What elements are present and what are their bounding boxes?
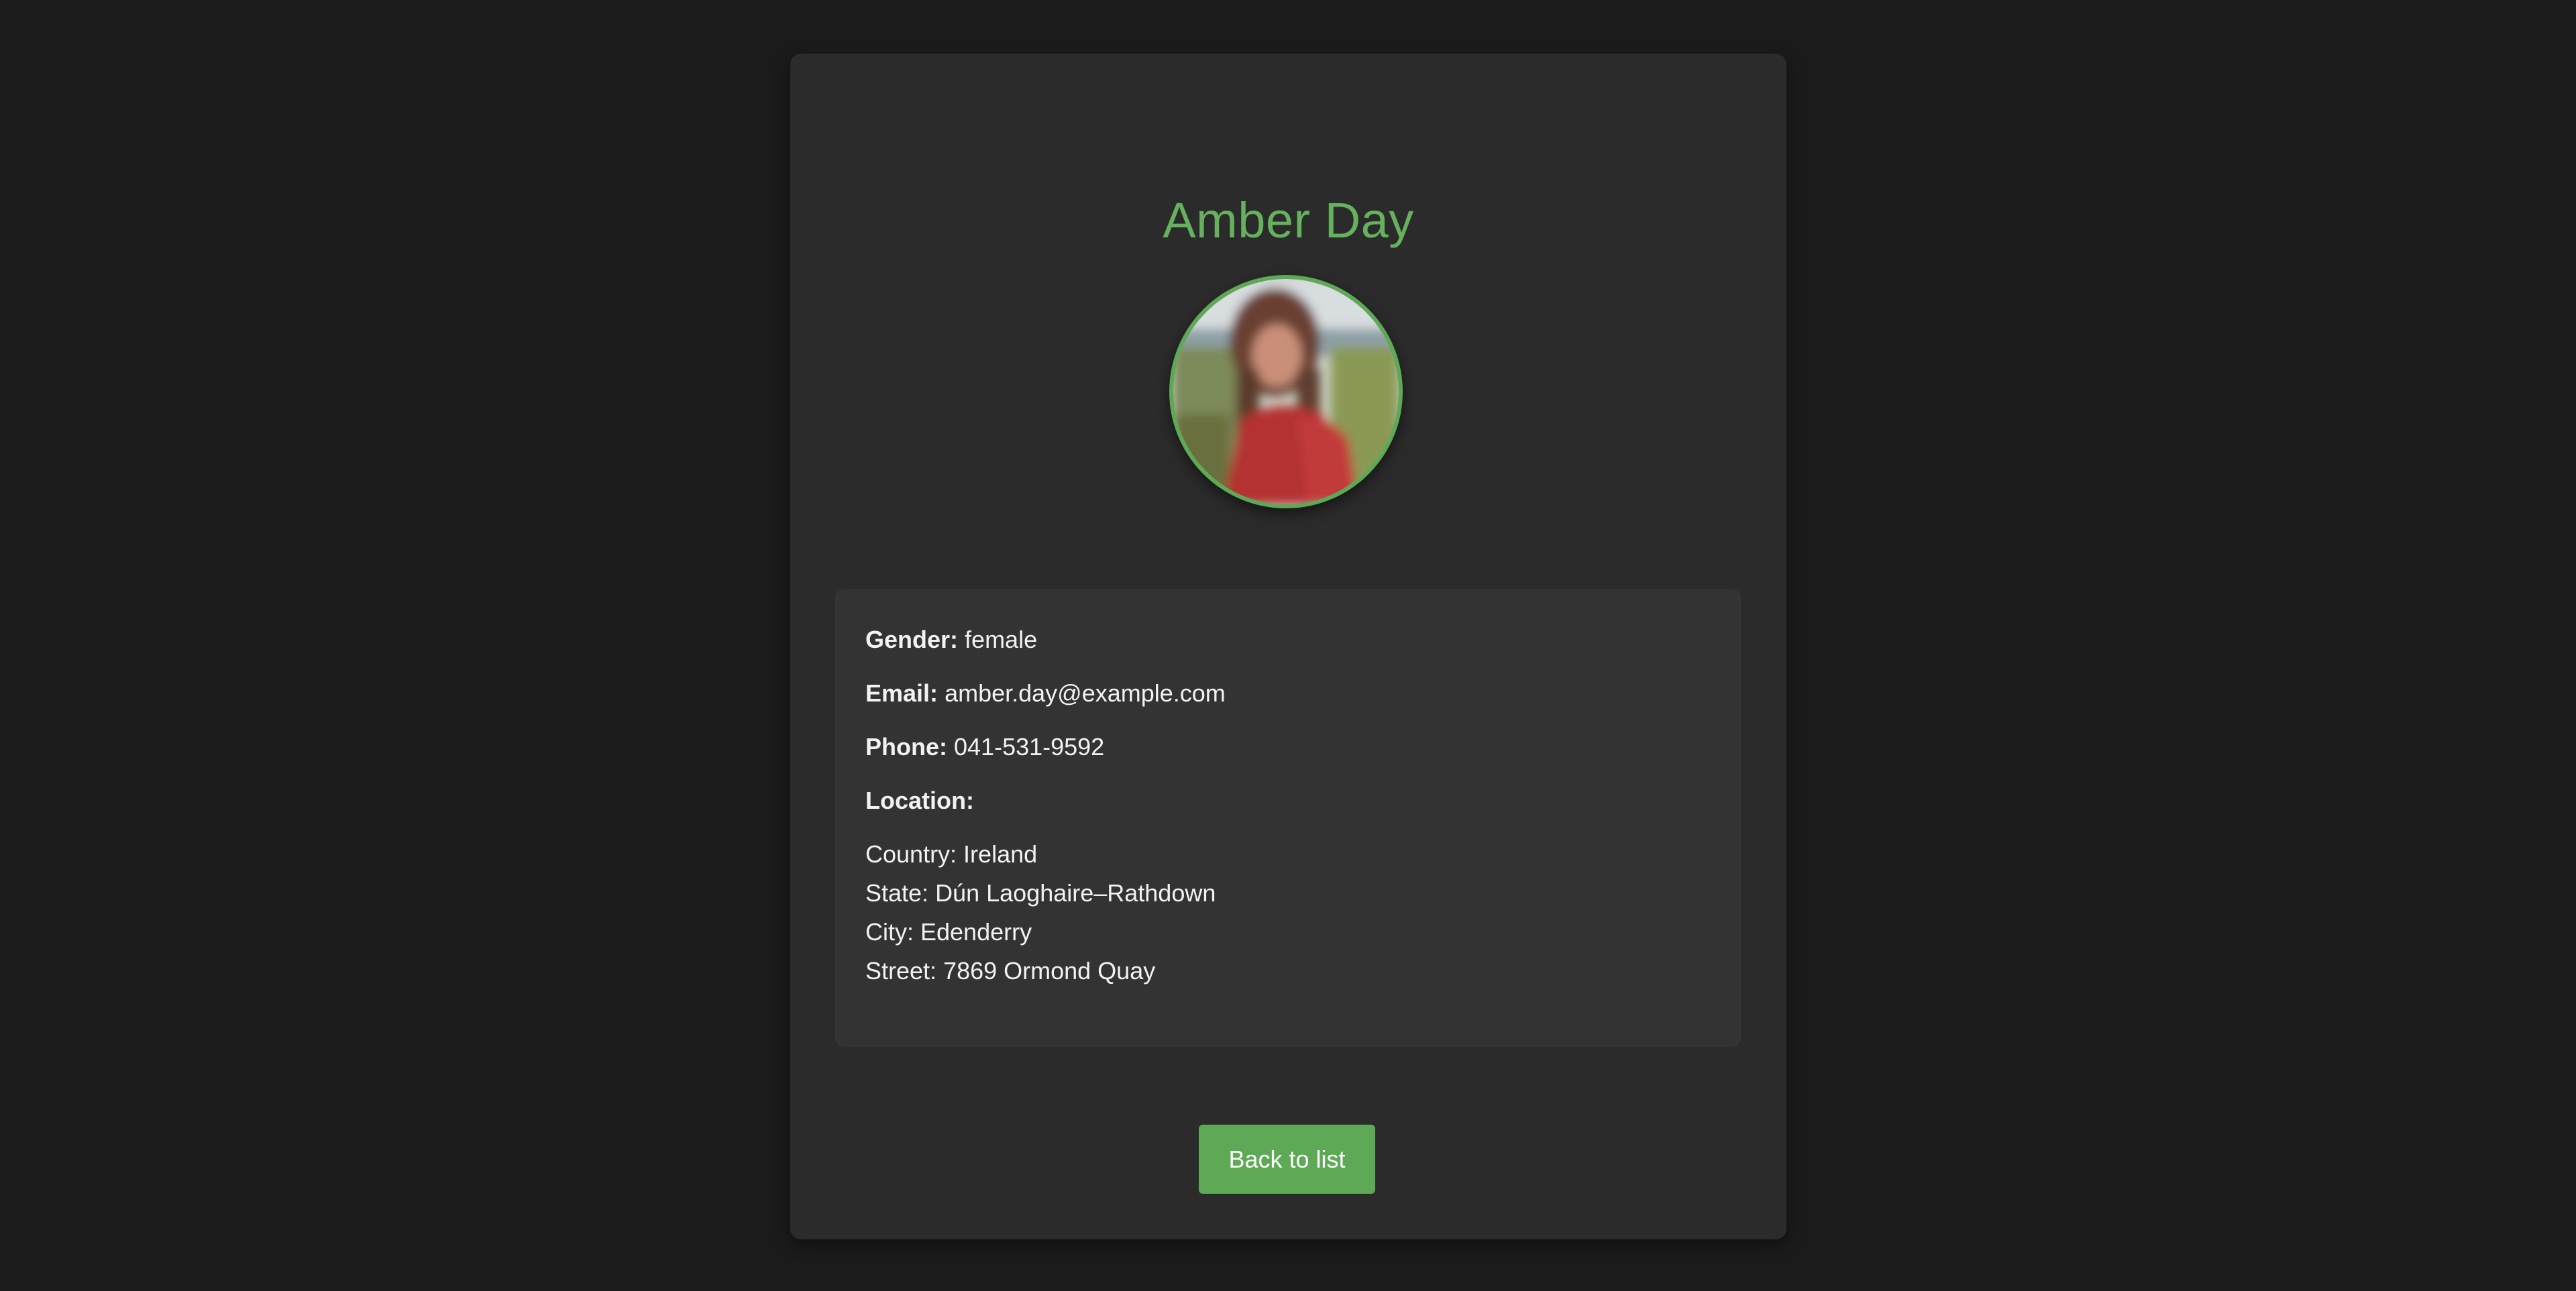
profile-card: Amber Day Gender: female Email: amber.da… [790, 54, 1786, 1239]
profile-avatar [1169, 275, 1403, 508]
email-row: Email: amber.day@example.com [865, 681, 1226, 706]
location-state: State: Dún Laoghaire–Rathdown [865, 879, 1216, 907]
avatar-photo [1173, 279, 1399, 504]
gender-label: Gender: [865, 626, 959, 653]
back-to-list-button[interactable]: Back to list [1199, 1125, 1375, 1194]
location-street: Street: 7869 Ormond Quay [865, 957, 1156, 985]
phone-row: Phone: 041-531-9592 [865, 735, 1104, 759]
gender-row: Gender: female [865, 628, 1037, 652]
location-country: Country: Ireland [865, 840, 1038, 868]
location-city: City: Edenderry [865, 918, 1032, 946]
profile-name: Amber Day [1163, 192, 1414, 248]
location-row: Location: [865, 789, 974, 813]
email-value: amber.day@example.com [945, 679, 1226, 707]
email-label: Email: [865, 679, 938, 707]
phone-value: 041-531-9592 [954, 733, 1105, 761]
phone-label: Phone: [865, 733, 947, 761]
gender-value: female [965, 626, 1038, 653]
location-label: Location: [865, 787, 974, 814]
page: Amber Day Gender: female Email: amber.da… [0, 0, 2576, 1291]
details-panel: Gender: female Email: amber.day@example.… [835, 589, 1741, 1047]
